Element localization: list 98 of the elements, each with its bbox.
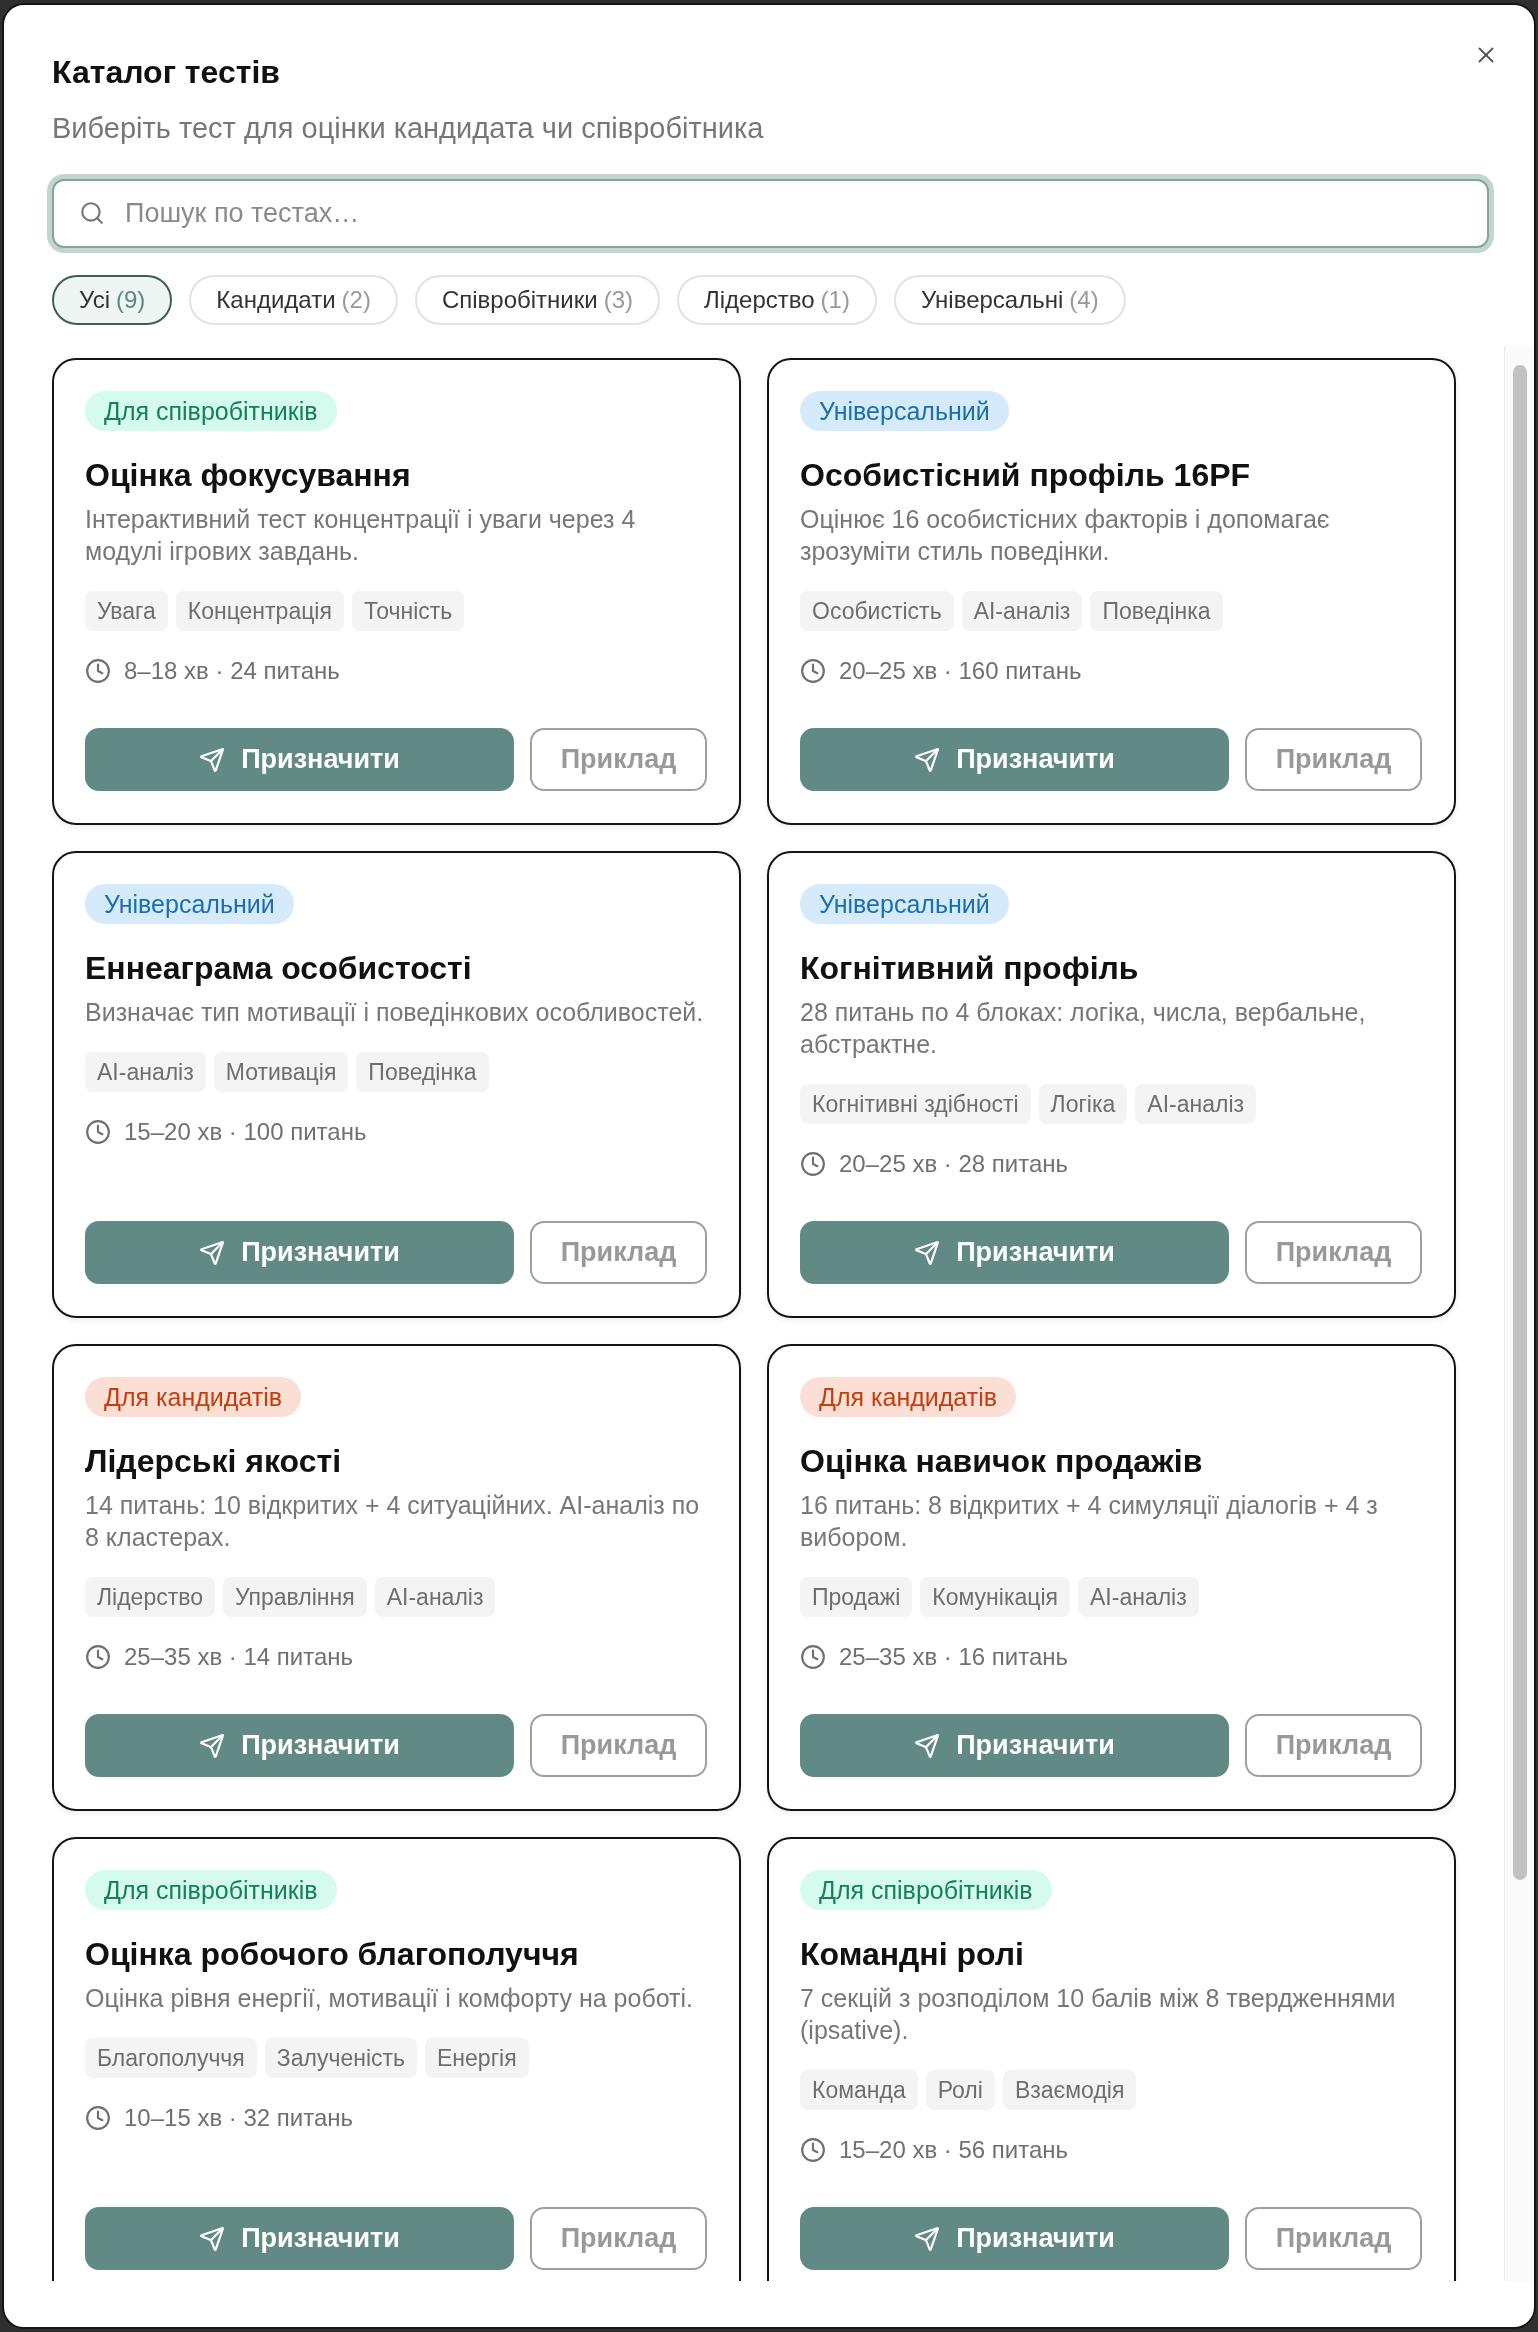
test-tag: Точність (351, 591, 465, 631)
search-field[interactable]: Пошук по тестах… (52, 179, 1489, 248)
category-badge: Універсальний (85, 884, 294, 924)
test-tag: Поведінка (356, 1052, 489, 1092)
test-tag: AI-аналіз (85, 1052, 206, 1092)
duration-text: 20–25 хв · 160 питань (839, 656, 1082, 686)
test-title: Еннеаграма особистості (85, 949, 473, 988)
scrollbar-thumb[interactable] (1513, 365, 1527, 1880)
dialog-subtitle: Виберіть тест для оцінки кандидата чи співробітника (52, 111, 765, 145)
test-tag: Продажі (800, 1577, 913, 1617)
test-title: Оцінка навичок продажів (800, 1442, 1204, 1481)
clock-icon (85, 1644, 111, 1670)
category-badge: Універсальний (800, 391, 1009, 431)
duration-text: 25–35 хв · 14 питань (124, 1642, 354, 1672)
test-tag: Благополуччя (85, 2038, 257, 2078)
test-tag: AI-аналіз (1078, 1577, 1199, 1617)
category-badge: Універсальний (800, 884, 1009, 924)
test-tag: Мотивація (213, 1052, 349, 1092)
test-title: Оцінка робочого благополуччя (85, 1935, 580, 1974)
example-button[interactable]: Приклад (1245, 1714, 1422, 1777)
test-tag: Комунікація (920, 1577, 1070, 1617)
test-tag: Логіка (1038, 1084, 1128, 1124)
assign-button[interactable]: Призначити (85, 1714, 514, 1777)
test-title: Особистісний профіль 16PF (800, 456, 1252, 495)
category-badge: Для співробітників (85, 391, 337, 431)
send-icon (199, 1732, 226, 1759)
send-icon (199, 2225, 226, 2252)
example-button[interactable]: Приклад (530, 1221, 707, 1284)
test-tag: Поведінка (1090, 591, 1223, 631)
example-button[interactable]: Приклад (530, 1714, 707, 1777)
filter-chip[interactable]: Усі (9) (52, 275, 173, 325)
filter-chip[interactable]: Співробітники (3) (414, 275, 660, 325)
test-title: Лідерські якості (85, 1442, 342, 1481)
test-description: Визначає тип мотивації і поведінкових особливостей. (85, 997, 705, 1028)
test-tag: Управління (223, 1577, 367, 1617)
category-badge: Для співробітників (800, 1870, 1052, 1910)
duration-text: 25–35 хв · 16 питань (839, 1642, 1069, 1672)
test-tag: Лідерство (85, 1577, 215, 1617)
assign-button[interactable]: Призначити (85, 728, 514, 791)
example-button[interactable]: Приклад (530, 728, 707, 791)
test-tag: Залученість (264, 2038, 418, 2078)
duration-text: 10–15 хв · 32 питань (124, 2103, 354, 2133)
test-tag: AI-аналіз (1135, 1084, 1257, 1124)
clock-icon (85, 658, 111, 684)
test-tag: AI-аналіз (374, 1577, 496, 1617)
send-icon (914, 2225, 941, 2252)
send-icon (199, 746, 226, 773)
test-tag: Концентрація (175, 591, 344, 631)
test-description: Оцінює 16 особистісних факторів і допомагає зрозуміти стиль поведінки. (800, 504, 1331, 567)
filter-chip[interactable]: Лідерство (1) (677, 275, 877, 325)
category-badge: Для співробітників (85, 1870, 337, 1910)
send-icon (914, 746, 941, 773)
test-tag: Особистість (800, 591, 954, 631)
test-description: 7 секцій з розподілом 10 балів між 8 твердженнями (ipsative). (800, 1983, 1397, 2046)
clock-icon (800, 1644, 826, 1670)
clock-icon (800, 1151, 826, 1177)
test-description: 14 питань: 10 відкритих + 4 ситуаційних. AI-аналіз по 8 кластерах. (85, 1490, 701, 1553)
search-icon (79, 200, 105, 226)
clock-icon (800, 658, 826, 684)
filter-chip[interactable]: Універсальні (4) (893, 275, 1126, 325)
example-button[interactable]: Приклад (1245, 1221, 1422, 1284)
test-description: 28 питань по 4 блоках: логіка, числа, вербальне, абстрактне. (800, 997, 1367, 1060)
assign-button[interactable]: Призначити (800, 2207, 1229, 2270)
test-tag: Команда (800, 2070, 918, 2110)
example-button[interactable]: Приклад (1245, 728, 1422, 791)
test-title: Когнітивний профіль (800, 949, 1140, 988)
duration-text: 15–20 хв · 100 питань (124, 1117, 367, 1147)
test-tag: Когнітивні здібності (800, 1084, 1031, 1124)
assign-button[interactable]: Призначити (85, 2207, 514, 2270)
test-tag: Ролі (925, 2070, 995, 2110)
assign-button[interactable]: Призначити (800, 1221, 1229, 1284)
assign-button[interactable]: Призначити (800, 1714, 1229, 1777)
clock-icon (85, 1119, 111, 1145)
example-button[interactable]: Приклад (530, 2207, 707, 2270)
test-tag: Енергія (425, 2038, 529, 2078)
example-button[interactable]: Приклад (1245, 2207, 1422, 2270)
dialog-title: Каталог тестів (52, 53, 280, 92)
clock-icon (800, 2137, 826, 2163)
test-description: Інтерактивний тест концентрації і уваги через 4 модулі ігрових завдань. (85, 504, 637, 567)
test-description: 16 питань: 8 відкритих + 4 симуляції діалогів + 4 з вибором. (800, 1490, 1379, 1553)
test-title: Командні ролі (800, 1935, 1025, 1974)
send-icon (914, 1732, 941, 1759)
duration-text: 20–25 хв · 28 питань (839, 1149, 1069, 1179)
category-badge: Для кандидатів (800, 1377, 1016, 1417)
duration-text: 15–20 хв · 56 питань (839, 2135, 1069, 2165)
test-title: Оцінка фокусування (85, 456, 412, 495)
assign-button[interactable]: Призначити (800, 728, 1229, 791)
duration-text: 8–18 хв · 24 питань (124, 656, 340, 686)
test-tag: Увага (85, 591, 168, 631)
send-icon (914, 1239, 941, 1266)
category-badge: Для кандидатів (85, 1377, 301, 1417)
filter-chip[interactable]: Кандидати (2) (189, 275, 398, 325)
test-tag: AI-аналіз (961, 591, 1083, 631)
test-tag: Взаємодія (1002, 2070, 1137, 2110)
send-icon (199, 1239, 226, 1266)
assign-button[interactable]: Призначити (85, 1221, 514, 1284)
clock-icon (85, 2105, 111, 2131)
test-description: Оцінка рівня енергії, мотивації і комфорту на роботі. (85, 1983, 695, 2014)
